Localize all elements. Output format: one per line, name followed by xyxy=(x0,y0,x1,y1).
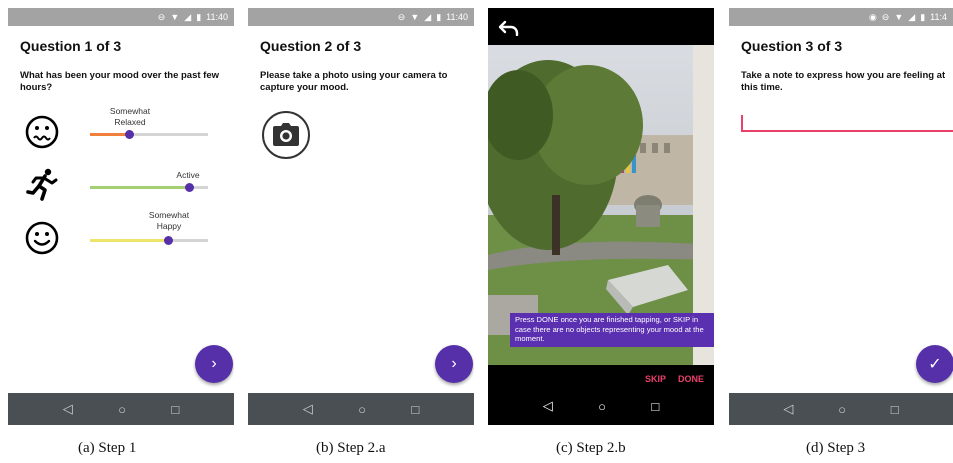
recents-icon[interactable]: □ xyxy=(171,402,179,417)
done-button[interactable]: DONE xyxy=(678,374,704,384)
status-time: 11:4 xyxy=(930,12,947,22)
back-icon[interactable]: ◁ xyxy=(783,401,793,417)
dnd-icon: ⊖ xyxy=(397,11,406,22)
next-button[interactable]: › xyxy=(435,345,473,383)
battery-icon: ▮ xyxy=(920,11,926,22)
screen-step-1: ⊖ ▼ ◢ ▮ 11:40 Question 1 of 3 What has b… xyxy=(8,8,234,425)
android-nav-bar: ◁ ○ □ xyxy=(729,393,953,425)
dnd-icon: ⊖ xyxy=(881,11,890,22)
running-person-icon xyxy=(26,168,58,201)
status-bar: ◉ ⊖ ▼ ◢ ▮ 11:4 xyxy=(729,8,953,26)
caption-step-1: (a) Step 1 xyxy=(78,440,137,456)
status-bar: ⊖ ▼ ◢ ▮ 11:40 xyxy=(8,8,234,26)
instruction-tooltip: Press DONE once you are finished tapping… xyxy=(510,313,714,347)
text-caret xyxy=(741,115,743,130)
question-title: Question 2 of 3 xyxy=(260,38,362,54)
slider-fill xyxy=(90,133,129,136)
battery-icon: ▮ xyxy=(436,11,442,22)
question-text: Please take a photo using your camera to… xyxy=(260,70,448,93)
location-icon: ◉ xyxy=(868,11,877,22)
question-title: Question 1 of 3 xyxy=(20,38,122,54)
wifi-icon: ▼ xyxy=(894,11,904,22)
question-text: Take a note to express how you are feeli… xyxy=(741,70,946,93)
screen-step-2a: ⊖ ▼ ◢ ▮ 11:40 Question 2 of 3 Please tak… xyxy=(248,8,474,425)
worried-face-icon xyxy=(25,115,59,149)
signal-icon: ◢ xyxy=(908,11,916,22)
battery-icon: ▮ xyxy=(196,11,202,22)
status-time: 11:40 xyxy=(206,12,228,22)
home-icon[interactable]: ○ xyxy=(358,402,366,417)
slider-label: Somewhat Happy xyxy=(148,210,190,231)
mood-slider[interactable] xyxy=(90,236,208,245)
dnd-icon: ⊖ xyxy=(157,11,166,22)
camera-icon xyxy=(273,123,299,146)
caption-step-3: (d) Step 3 xyxy=(806,440,866,456)
home-icon[interactable]: ○ xyxy=(838,402,846,417)
home-icon[interactable]: ○ xyxy=(118,402,126,417)
submit-button[interactable]: ✓ xyxy=(916,345,953,383)
question-text: What has been your mood over the past fe… xyxy=(20,70,220,93)
mood-slider[interactable] xyxy=(90,130,208,139)
wifi-icon: ▼ xyxy=(170,11,180,22)
caption-step-2b: (c) Step 2.b xyxy=(556,440,626,456)
mood-slider[interactable] xyxy=(90,183,208,192)
wifi-icon: ▼ xyxy=(410,11,420,22)
undo-icon[interactable] xyxy=(498,20,520,36)
slider-thumb[interactable] xyxy=(124,130,134,139)
back-icon[interactable]: ◁ xyxy=(303,401,313,417)
recents-icon[interactable]: □ xyxy=(891,402,899,417)
screen-step-3: ◉ ⊖ ▼ ◢ ▮ 11:4 Question 3 of 3 Take a no… xyxy=(729,8,953,425)
question-title: Question 3 of 3 xyxy=(741,38,843,54)
next-button[interactable]: › xyxy=(195,345,233,383)
slider-thumb[interactable] xyxy=(185,183,195,192)
caption-step-2a: (b) Step 2.a xyxy=(316,440,386,456)
home-icon[interactable]: ○ xyxy=(598,399,606,414)
recents-icon[interactable]: □ xyxy=(411,402,419,417)
signal-icon: ◢ xyxy=(424,11,432,22)
skip-button[interactable]: SKIP xyxy=(645,374,666,384)
status-time: 11:40 xyxy=(446,12,468,22)
mood-row-relaxed: Somewhat Relaxed xyxy=(8,106,234,156)
slider-label: Active xyxy=(176,170,200,180)
android-nav-bar: ◁ ○ □ xyxy=(8,393,234,425)
back-icon[interactable]: ◁ xyxy=(63,401,73,417)
android-nav-bar: ◁ ○ □ xyxy=(488,387,714,425)
status-bar: ⊖ ▼ ◢ ▮ 11:40 xyxy=(248,8,474,26)
slider-label: Somewhat Relaxed xyxy=(109,106,151,127)
recents-icon[interactable]: □ xyxy=(651,399,659,414)
camera-button[interactable] xyxy=(262,111,310,159)
back-icon[interactable]: ◁ xyxy=(543,398,553,414)
android-nav-bar: ◁ ○ □ xyxy=(248,393,474,425)
slider-fill xyxy=(90,239,168,242)
camera-top-bar xyxy=(488,8,714,45)
smiley-face-icon xyxy=(25,221,59,255)
slider-thumb[interactable] xyxy=(163,236,173,245)
slider-fill xyxy=(90,186,190,189)
screen-step-2b: Press DONE once you are finished tapping… xyxy=(488,8,714,425)
signal-icon: ◢ xyxy=(184,11,192,22)
mood-row-happy: Somewhat Happy xyxy=(8,210,234,260)
note-input[interactable] xyxy=(741,130,953,132)
